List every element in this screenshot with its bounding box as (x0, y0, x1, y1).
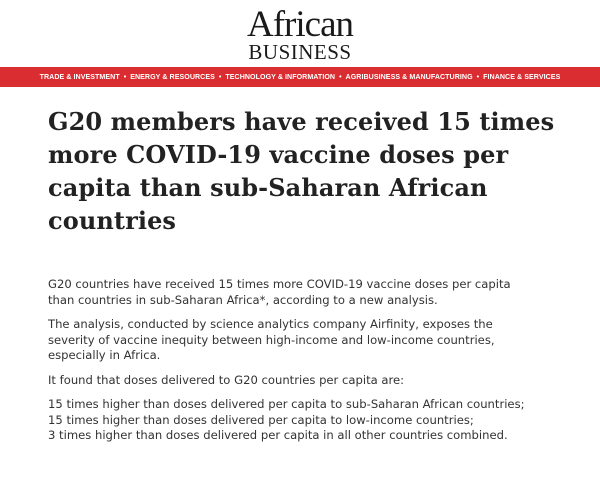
paragraph-line: especially in Africa. (48, 348, 161, 362)
nav-trade-investment[interactable]: TRADE & INVESTMENT (40, 73, 120, 81)
site-header: African BUSINESS (0, 0, 600, 67)
paragraph-line: 3 times higher than doses delivered per … (48, 428, 508, 442)
article-paragraph: It found that doses delivered to G20 cou… (48, 373, 568, 389)
nav-separator: • (218, 73, 222, 81)
article-paragraph: 15 times higher than doses delivered per… (48, 397, 568, 444)
paragraph-line: severity of vaccine inequity between hig… (48, 332, 495, 347)
nav-energy-resources[interactable]: ENERGY & RESOURCES (130, 73, 215, 81)
nav-separator: • (123, 73, 127, 81)
section-nav: TRADE & INVESTMENT • ENERGY & RESOURCES … (0, 67, 600, 87)
paragraph-line: than countries in sub-Saharan Africa*, a… (48, 292, 438, 307)
paragraph-line: G20 countries have received 15 times mor… (48, 277, 511, 291)
nav-technology-information[interactable]: TECHNOLOGY & INFORMATION (225, 73, 335, 81)
paragraph-line: It found that doses delivered to G20 cou… (48, 372, 405, 387)
article-paragraph: The analysis, conducted by science analy… (48, 317, 568, 364)
nav-separator: • (476, 73, 480, 81)
logo-wordmark-business: BUSINESS (248, 40, 352, 64)
nav-agribusiness-manufacturing[interactable]: AGRIBUSINESS & MANUFACTURING (346, 73, 473, 81)
article-headline: G20 members have received 15 times more … (48, 107, 555, 235)
paragraph-line: The analysis, conducted by science analy… (48, 317, 493, 331)
paragraph-line: 15 times higher than doses delivered per… (48, 397, 525, 411)
nav-separator: • (339, 73, 342, 81)
nav-finance-services[interactable]: FINANCE & SERVICES (483, 73, 560, 81)
article-body: G20 countries have received 15 times mor… (48, 277, 568, 453)
logo-wordmark-african: African (247, 4, 354, 45)
site-logo[interactable]: African BUSINESS (0, 6, 600, 63)
article-paragraph: G20 countries have received 15 times mor… (48, 277, 568, 308)
paragraph-line: 15 times higher than doses delivered per… (48, 412, 474, 427)
